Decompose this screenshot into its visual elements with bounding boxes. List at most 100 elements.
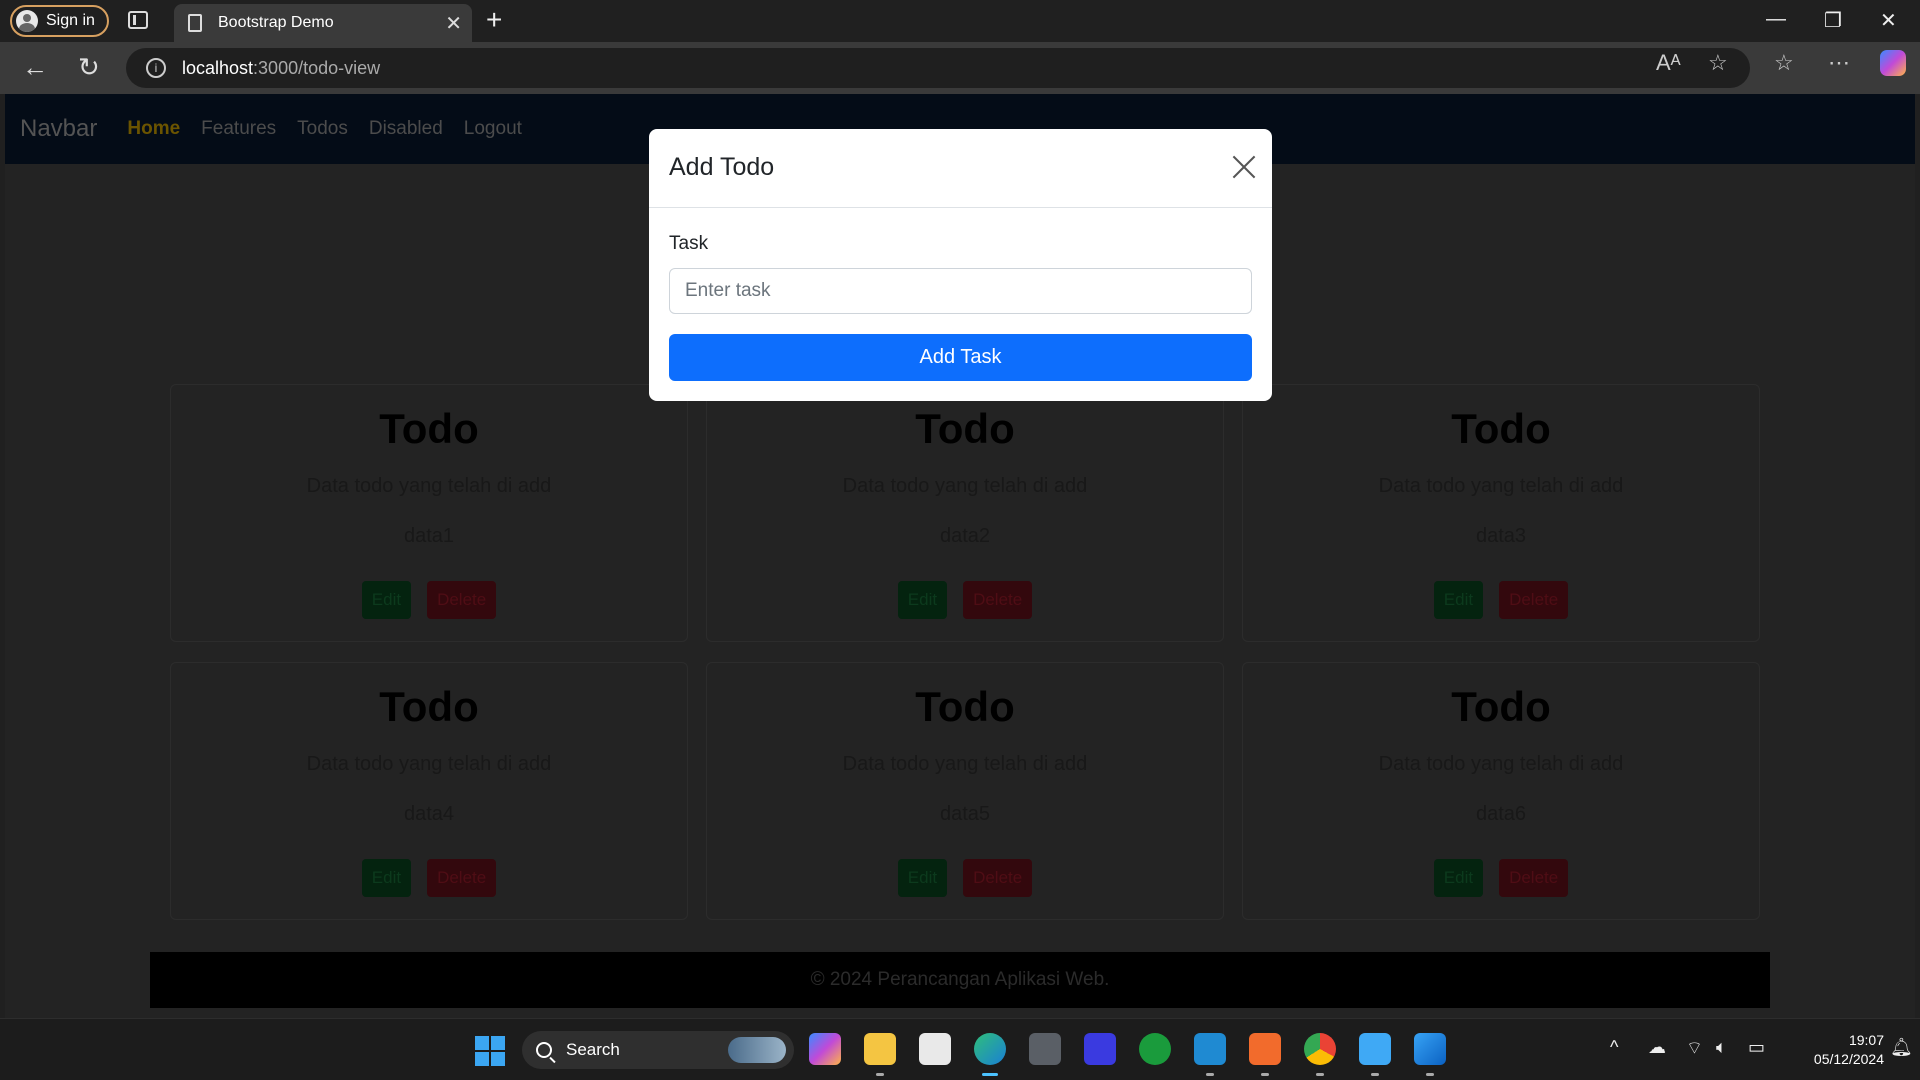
xbox-icon[interactable] — [1139, 1033, 1171, 1065]
new-tab-icon[interactable]: + — [486, 4, 502, 36]
clock-time: 19:07 — [1848, 1032, 1884, 1048]
photos-icon[interactable] — [1414, 1033, 1446, 1076]
volume-icon[interactable]: 🔈︎ — [1716, 1037, 1727, 1058]
card-title: Todo — [379, 683, 479, 730]
card-data: data4 — [403, 803, 455, 825]
page-icon — [188, 14, 202, 32]
avatar-icon — [16, 10, 38, 32]
delete-button[interactable]: Delete — [963, 859, 1033, 897]
more-icon[interactable]: ⋯ — [1828, 50, 1850, 76]
delete-button[interactable]: Delete — [427, 581, 497, 619]
card-title: Todo — [915, 405, 1015, 452]
tab-title: Bootstrap Demo — [218, 14, 334, 31]
minimize-icon[interactable]: — — [1766, 8, 1786, 31]
card-description: Data todo yang telah di add — [1378, 475, 1624, 497]
edit-button[interactable]: Edit — [361, 581, 412, 619]
favorite-icon[interactable]: ☆ — [1708, 50, 1728, 76]
address-bar: ← ↻ i localhost:3000/todo-view Aᴬ ☆ ☆ ⋯ — [0, 42, 1920, 94]
taskbar: Search ^ ☁ ⌔ 🔈︎ ▭ 19:07 05/12/2024 🔔︎ — [0, 1018, 1920, 1080]
store-icon[interactable] — [919, 1033, 951, 1065]
read-aloud-icon[interactable]: Aᴬ — [1656, 50, 1681, 76]
copilot-icon[interactable] — [1880, 50, 1906, 76]
task-input[interactable] — [669, 268, 1252, 314]
footer: © 2024 Perancangan Aplikasi Web. — [150, 952, 1770, 1008]
nav-link-logout[interactable]: Logout — [464, 118, 522, 140]
search-label: Search — [566, 1040, 620, 1059]
onedrive-icon[interactable]: ☁ — [1648, 1037, 1666, 1058]
modal-title: Add Todo — [669, 153, 775, 181]
refresh-icon[interactable]: ↻ — [78, 52, 100, 83]
task-label: Task — [669, 233, 709, 254]
card-description: Data todo yang telah di add — [842, 753, 1088, 775]
xampp-icon[interactable] — [1249, 1033, 1281, 1076]
wifi-icon[interactable]: ⌔ — [1686, 1037, 1703, 1060]
nav-link-disabled: Disabled — [368, 118, 443, 139]
search-highlight-image — [728, 1037, 786, 1063]
todo-card: Todo Data todo yang telah di add data1 E… — [170, 384, 688, 642]
nav-link-todos[interactable]: Todos — [297, 118, 348, 140]
search-icon — [536, 1042, 552, 1058]
favorites-list-icon[interactable]: ☆ — [1774, 50, 1794, 76]
card-data: data2 — [939, 525, 991, 547]
unity-icon[interactable] — [1029, 1033, 1061, 1065]
edit-button[interactable]: Edit — [897, 859, 948, 897]
edit-button[interactable]: Edit — [897, 581, 948, 619]
url-path: :3000/todo-view — [253, 57, 381, 78]
delete-button[interactable]: Delete — [427, 859, 497, 897]
delete-button[interactable]: Delete — [963, 581, 1033, 619]
card-data: data5 — [939, 803, 991, 825]
modal-header: Add Todo — [649, 129, 1272, 208]
card-data: data1 — [403, 525, 455, 547]
navbar-brand[interactable]: Navbar — [20, 115, 97, 143]
notepad-icon[interactable] — [1359, 1033, 1391, 1076]
site-info-icon[interactable]: i — [146, 58, 166, 78]
card-title: Todo — [1451, 683, 1551, 730]
browser-tab[interactable]: Bootstrap Demo ✕ — [174, 4, 472, 42]
url-input[interactable]: i localhost:3000/todo-view — [126, 48, 1750, 88]
start-icon[interactable] — [475, 1036, 505, 1066]
file-explorer-icon[interactable] — [864, 1033, 896, 1076]
todo-card: Todo Data todo yang telah di add data3 E… — [1242, 384, 1760, 642]
tab-actions-icon[interactable] — [128, 11, 148, 29]
edit-button[interactable]: Edit — [1433, 581, 1484, 619]
card-title: Todo — [1451, 405, 1551, 452]
close-window-icon[interactable]: ✕ — [1880, 8, 1897, 33]
sign-in-label: Sign in — [46, 12, 95, 29]
close-icon[interactable] — [1232, 155, 1256, 179]
add-task-button[interactable]: Add Task — [669, 334, 1252, 381]
vscode-icon[interactable] — [1194, 1033, 1226, 1076]
clock[interactable]: 19:07 05/12/2024 — [1784, 1031, 1884, 1069]
app-icon[interactable] — [1084, 1033, 1116, 1065]
card-data: data3 — [1475, 525, 1527, 547]
copilot-app-icon[interactable] — [809, 1033, 841, 1065]
clock-date: 05/12/2024 — [1813, 1051, 1884, 1067]
card-description: Data todo yang telah di add — [842, 475, 1088, 497]
add-todo-modal: Add Todo Task Add Task — [649, 129, 1272, 401]
todo-card: Todo Data todo yang telah di add data2 E… — [706, 384, 1224, 642]
chrome-icon[interactable] — [1304, 1033, 1336, 1076]
nav-link-home[interactable]: Home — [127, 118, 180, 140]
card-title: Todo — [915, 683, 1015, 730]
notification-icon[interactable]: 🔔︎ — [1890, 1037, 1913, 1058]
url-host: localhost — [182, 57, 254, 78]
close-tab-icon[interactable]: ✕ — [445, 11, 462, 36]
todo-card: Todo Data todo yang telah di add data6 E… — [1242, 662, 1760, 920]
sign-in-button[interactable]: Sign in — [10, 5, 109, 37]
edit-button[interactable]: Edit — [1433, 859, 1484, 897]
todo-card: Todo Data todo yang telah di add data5 E… — [706, 662, 1224, 920]
battery-icon[interactable]: ▭ — [1748, 1037, 1765, 1058]
nav-link-features[interactable]: Features — [201, 118, 276, 140]
browser-tab-bar: Sign in Bootstrap Demo ✕ + — ❐ ✕ — [0, 0, 1920, 42]
chevron-up-icon[interactable]: ^ — [1610, 1037, 1618, 1058]
taskbar-search[interactable]: Search — [522, 1031, 794, 1069]
back-icon[interactable]: ← — [22, 52, 48, 83]
edit-button[interactable]: Edit — [361, 859, 412, 897]
card-description: Data todo yang telah di add — [306, 753, 552, 775]
delete-button[interactable]: Delete — [1499, 581, 1569, 619]
restore-icon[interactable]: ❐ — [1824, 8, 1842, 33]
delete-button[interactable]: Delete — [1499, 859, 1569, 897]
todo-card: Todo Data todo yang telah di add data4 E… — [170, 662, 688, 920]
edge-icon[interactable] — [974, 1033, 1006, 1076]
card-title: Todo — [379, 405, 479, 452]
card-data: data6 — [1475, 803, 1527, 825]
